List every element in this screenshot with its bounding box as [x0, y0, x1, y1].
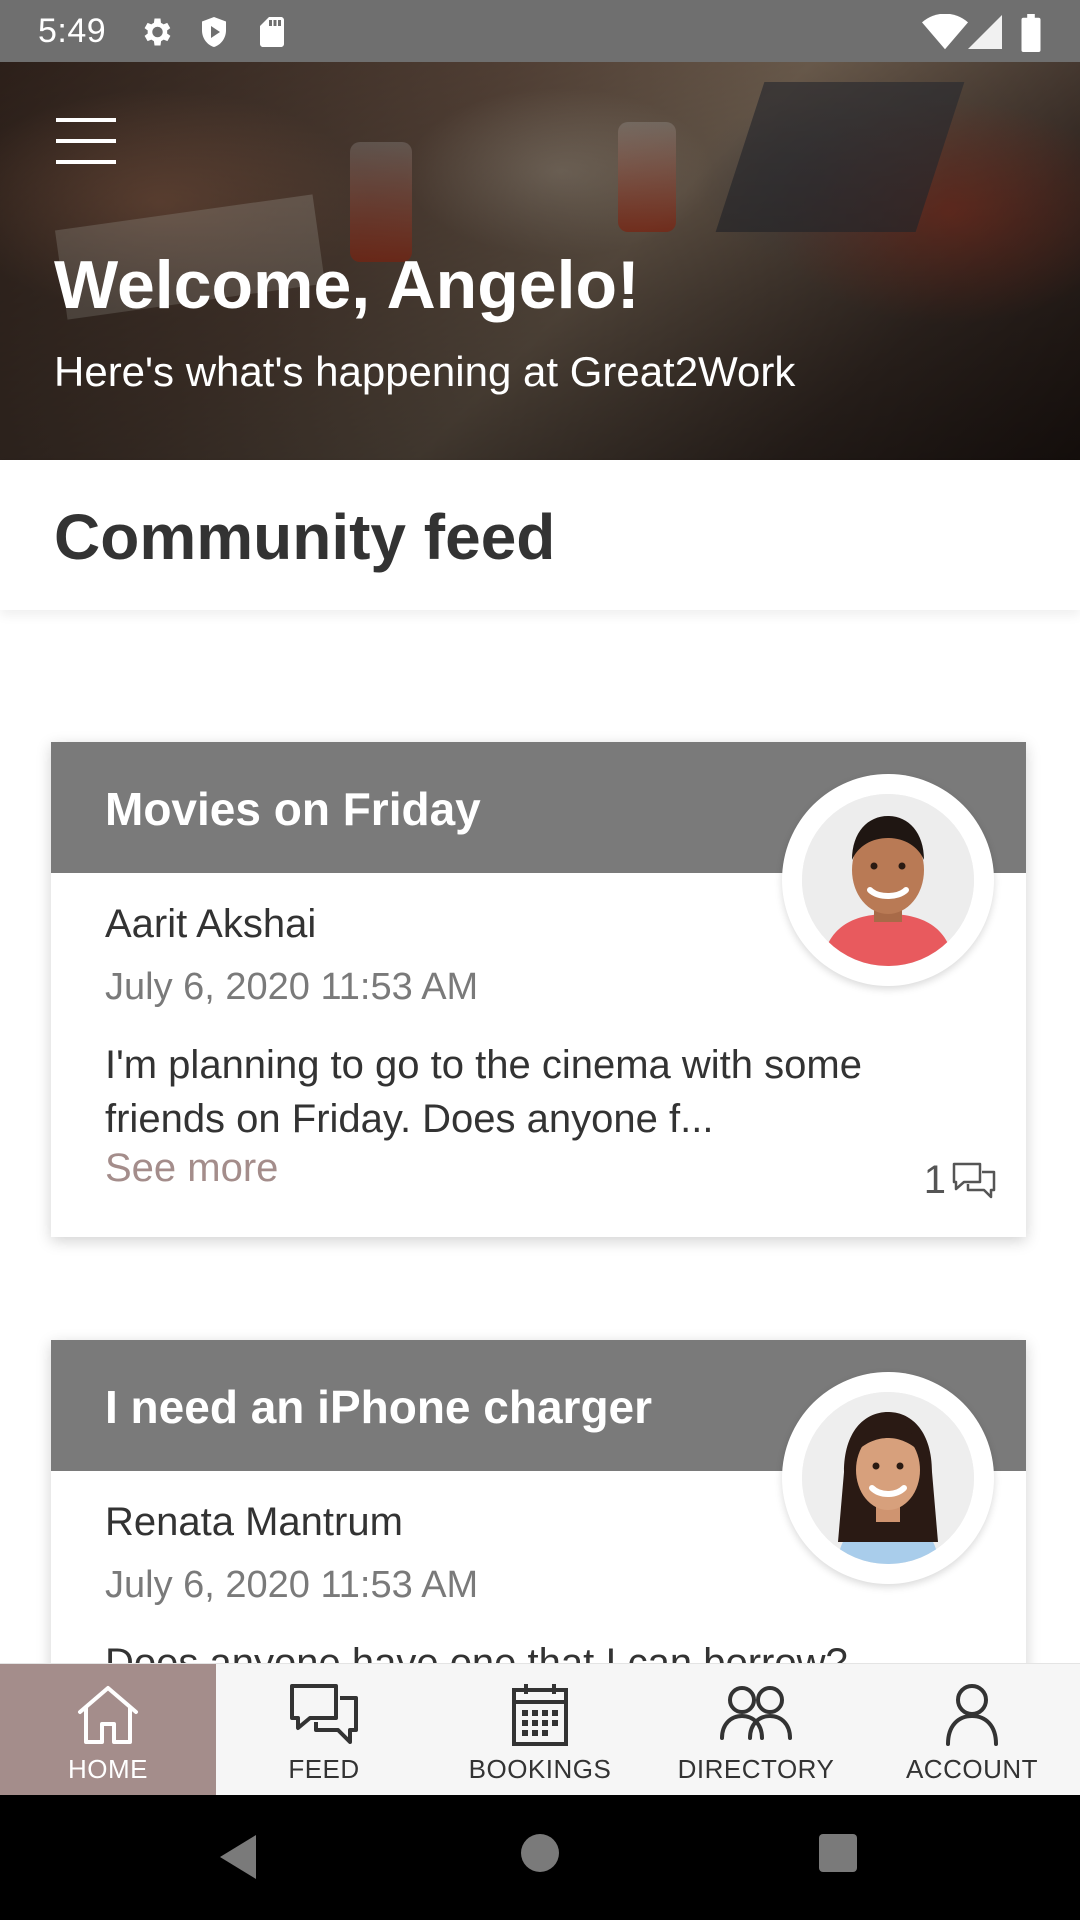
- bottom-navigation: HOME FEED BOOKINGS DIRECTORY ACCOUNT: [0, 1663, 1080, 1796]
- post-author: Aarit Akshai: [105, 902, 317, 946]
- see-more-link[interactable]: See more: [105, 1146, 278, 1191]
- calendar-icon: [512, 1684, 568, 1746]
- nav-label-home: HOME: [68, 1754, 148, 1784]
- post-title: I need an iPhone charger: [105, 1381, 653, 1433]
- avatar-photo-female: [802, 1392, 974, 1564]
- cell-signal-icon: [968, 15, 1002, 49]
- status-time: 5:49: [38, 12, 107, 50]
- recents-icon[interactable]: [818, 1833, 858, 1873]
- back-icon[interactable]: [216, 1833, 260, 1881]
- welcome-title: Welcome, Angelo!: [54, 247, 640, 323]
- battery-icon: [1021, 14, 1041, 52]
- post-date: July 6, 2020 11:53 AM: [105, 966, 479, 1008]
- wifi-icon: [922, 14, 968, 50]
- nav-item-home[interactable]: HOME: [0, 1664, 216, 1796]
- nav-label-feed: FEED: [288, 1754, 360, 1784]
- shield-icon: [202, 17, 226, 47]
- nav-item-directory[interactable]: DIRECTORY: [648, 1664, 864, 1796]
- avatar: [802, 1392, 974, 1564]
- system-navigation-bar: [0, 1795, 1080, 1920]
- nav-item-feed[interactable]: FEED: [216, 1664, 432, 1796]
- nav-item-account[interactable]: ACCOUNT: [864, 1664, 1080, 1796]
- home-circle-icon[interactable]: [520, 1833, 560, 1873]
- people-icon: [720, 1686, 792, 1740]
- home-icon: [78, 1686, 138, 1744]
- person-icon: [946, 1684, 998, 1746]
- gear-icon: [144, 18, 171, 46]
- post-body: I'm planning to go to the cinema with so…: [105, 1043, 862, 1141]
- nav-label-bookings: BOOKINGS: [468, 1754, 612, 1784]
- nav-item-bookings[interactable]: BOOKINGS: [432, 1664, 648, 1796]
- nav-label-directory: DIRECTORY: [677, 1754, 835, 1784]
- welcome-subtitle: Here's what's happening at Great2Work: [54, 348, 796, 395]
- avatar-photo-male: [802, 794, 974, 966]
- feed-post-card[interactable]: Movies on Friday Aarit Akshai July 6, 20…: [51, 742, 1026, 1237]
- hamburger-menu-icon[interactable]: [56, 118, 116, 166]
- comment-count-button[interactable]: 1: [924, 1158, 996, 1203]
- status-bar: 5:49: [0, 0, 1080, 62]
- avatar-frame: [782, 774, 994, 986]
- comments-icon: [952, 1162, 996, 1198]
- sd-card-icon: [260, 17, 284, 47]
- post-author: Renata Mantrum: [105, 1500, 403, 1544]
- hero-banner: Welcome, Angelo! Here's what's happening…: [0, 62, 1080, 460]
- nav-label-account: ACCOUNT: [905, 1754, 1039, 1784]
- comment-count: 1: [923, 1158, 946, 1202]
- chat-bubbles-icon: [290, 1684, 358, 1744]
- post-date: July 6, 2020 11:53 AM: [105, 1564, 479, 1606]
- avatar-frame: [782, 1372, 994, 1584]
- avatar: [802, 794, 974, 966]
- community-feed-header: Community feed: [0, 460, 1080, 610]
- post-title: Movies on Friday: [105, 783, 481, 835]
- page-title: Community feed: [54, 501, 556, 573]
